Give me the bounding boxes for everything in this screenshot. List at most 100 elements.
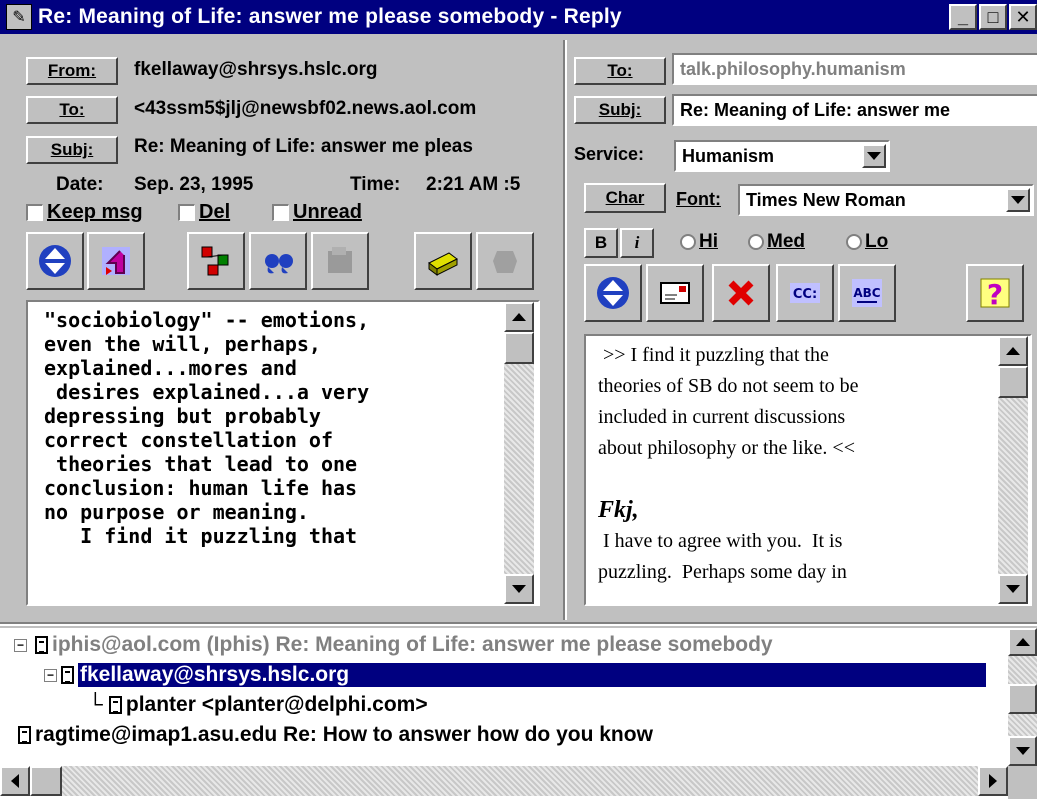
tree-row-fkellaway[interactable]: − fkellaway@shrsys.hslc.org bbox=[44, 660, 986, 690]
reply-to-button[interactable]: To: bbox=[574, 57, 666, 85]
tree-scroll-down-button[interactable] bbox=[1008, 736, 1037, 766]
close-icon: ✕ bbox=[1015, 6, 1031, 27]
minimize-button[interactable]: _ bbox=[949, 4, 977, 30]
tree-scroll-up-button[interactable] bbox=[1008, 628, 1037, 656]
disabled-save-button[interactable] bbox=[311, 232, 369, 290]
envelope-icon bbox=[660, 282, 690, 304]
unread-box[interactable] bbox=[272, 204, 289, 222]
up-arrow-icon bbox=[1006, 347, 1020, 355]
tree-scroll-thumb[interactable] bbox=[1008, 684, 1037, 714]
thread-tree[interactable]: − iphis@aol.com (Iphis) Re: Meaning of L… bbox=[0, 628, 1037, 799]
reply-line: I have to agree with you. It is bbox=[598, 530, 843, 552]
message-line: no purpose or meaning. bbox=[44, 500, 309, 524]
reply-line: included in current discussions bbox=[598, 406, 846, 428]
tree-scroll-right-button[interactable] bbox=[978, 766, 1008, 796]
date-value: Sep. 23, 1995 bbox=[134, 174, 254, 195]
forward-button[interactable] bbox=[87, 232, 145, 290]
del-box[interactable] bbox=[178, 204, 195, 222]
char-button[interactable]: Char bbox=[584, 183, 666, 213]
message-scrollbar[interactable] bbox=[504, 302, 534, 604]
message-line: "sociobiology" -- emotions, bbox=[44, 308, 370, 332]
hi-radio-circle[interactable] bbox=[680, 233, 696, 250]
thread-button[interactable] bbox=[187, 232, 245, 290]
from-button[interactable]: From: bbox=[26, 57, 118, 85]
to-value: <43ssm5$jlj@newsbf02.news.aol.com bbox=[134, 98, 477, 119]
cc-button[interactable]: CC: bbox=[776, 264, 834, 322]
bold-button[interactable]: B bbox=[584, 228, 618, 258]
subj-button[interactable]: Subj: bbox=[26, 136, 118, 164]
font-dropdown[interactable]: Times New Roman bbox=[738, 184, 1034, 216]
service-value: Humanism bbox=[682, 146, 775, 166]
app-icon[interactable]: ✎ bbox=[6, 4, 32, 30]
reply-line: Fkj, bbox=[598, 497, 639, 523]
keep-msg-box[interactable] bbox=[26, 204, 43, 222]
tree-hscrollbar[interactable] bbox=[0, 766, 1008, 796]
collapse-icon[interactable]: − bbox=[14, 638, 27, 652]
message-icon bbox=[18, 726, 31, 744]
message-icon bbox=[35, 636, 48, 654]
cc-icon: CC: bbox=[790, 283, 820, 303]
med-radio[interactable]: Med bbox=[748, 231, 838, 253]
service-dropdown-button[interactable] bbox=[862, 144, 886, 168]
to-label: To: bbox=[59, 100, 85, 119]
scroll-updown-button[interactable] bbox=[26, 232, 84, 290]
to-button[interactable]: To: bbox=[26, 96, 118, 124]
reply-subj-button[interactable]: Subj: bbox=[574, 96, 666, 124]
tree-row-label: ragtime@imap1.asu.edu Re: How to answer … bbox=[35, 723, 653, 746]
reply-scroll-updown-button[interactable] bbox=[584, 264, 642, 322]
spellcheck-button[interactable]: ABC bbox=[838, 264, 896, 322]
reply-scrollbar[interactable] bbox=[998, 336, 1028, 604]
send-button[interactable] bbox=[646, 264, 704, 322]
reply-text: >> I find it puzzling that the theories o… bbox=[598, 340, 859, 588]
time-value: 2:21 AM :5 bbox=[426, 174, 521, 195]
char-label: Char bbox=[605, 188, 645, 207]
font-dropdown-button[interactable] bbox=[1006, 188, 1030, 212]
message-body[interactable]: "sociobiology" -- emotions, even the will… bbox=[26, 300, 540, 606]
del-checkbox[interactable]: Del bbox=[178, 201, 258, 224]
med-radio-circle[interactable] bbox=[748, 233, 764, 250]
reply-subj-field[interactable]: Re: Meaning of Life: answer me bbox=[672, 94, 1037, 126]
reply-scroll-up-button[interactable] bbox=[998, 336, 1028, 366]
service-dropdown[interactable]: Humanism bbox=[674, 140, 890, 172]
scroll-thumb[interactable] bbox=[504, 332, 534, 364]
unread-checkbox[interactable]: Unread bbox=[272, 201, 392, 224]
message-line: conclusion: human life has bbox=[44, 476, 358, 500]
maximize-button[interactable]: □ bbox=[979, 4, 1007, 30]
quote-button[interactable] bbox=[249, 232, 307, 290]
lo-radio[interactable]: Lo bbox=[846, 231, 916, 253]
collapse-icon[interactable]: − bbox=[44, 668, 57, 682]
tree-row-ragtime[interactable]: ragtime@imap1.asu.edu Re: How to answer … bbox=[18, 720, 653, 750]
message-line: desires explained...a very bbox=[44, 380, 370, 404]
forward-arrow-icon bbox=[102, 247, 130, 275]
reply-to-field[interactable]: talk.philosophy.humanism bbox=[672, 53, 1037, 85]
up-arrow-icon bbox=[1015, 638, 1030, 646]
keep-msg-label: Keep msg bbox=[47, 201, 143, 223]
tree-row-iphis[interactable]: − iphis@aol.com (Iphis) Re: Meaning of L… bbox=[14, 630, 773, 660]
red-x-icon bbox=[728, 280, 754, 306]
help-button[interactable]: ? bbox=[966, 264, 1024, 322]
tree-hscroll-thumb[interactable] bbox=[30, 766, 62, 796]
italic-button[interactable]: i bbox=[620, 228, 654, 258]
scroll-up-button[interactable] bbox=[504, 302, 534, 332]
message-line: depressing but probably bbox=[44, 404, 321, 428]
tree-scroll-left-button[interactable] bbox=[0, 766, 30, 796]
close-button[interactable]: ✕ bbox=[1009, 4, 1037, 30]
tree-row-label: planter <planter@delphi.com> bbox=[125, 693, 428, 716]
scroll-down-button[interactable] bbox=[504, 574, 534, 604]
bold-label: B bbox=[594, 233, 608, 252]
disabled-tool-button[interactable] bbox=[476, 232, 534, 290]
size-grip[interactable] bbox=[1008, 766, 1037, 799]
reply-scroll-down-button[interactable] bbox=[998, 574, 1028, 604]
tree-row-planter[interactable]: └ planter <planter@delphi.com> bbox=[88, 690, 428, 720]
reply-scroll-thumb[interactable] bbox=[998, 366, 1028, 398]
cancel-button[interactable] bbox=[712, 264, 770, 322]
reply-body[interactable]: >> I find it puzzling that the theories o… bbox=[584, 334, 1032, 606]
pane-divider[interactable] bbox=[563, 40, 567, 620]
tree-vscrollbar[interactable] bbox=[1008, 628, 1037, 766]
pane-splitter[interactable] bbox=[0, 622, 1037, 626]
print-button[interactable] bbox=[414, 232, 472, 290]
keep-msg-checkbox[interactable]: Keep msg bbox=[26, 201, 166, 224]
hi-radio[interactable]: Hi bbox=[680, 231, 740, 253]
lo-radio-circle[interactable] bbox=[846, 233, 862, 250]
title-bar[interactable]: ✎ Re: Meaning of Life: answer me please … bbox=[0, 0, 1037, 34]
